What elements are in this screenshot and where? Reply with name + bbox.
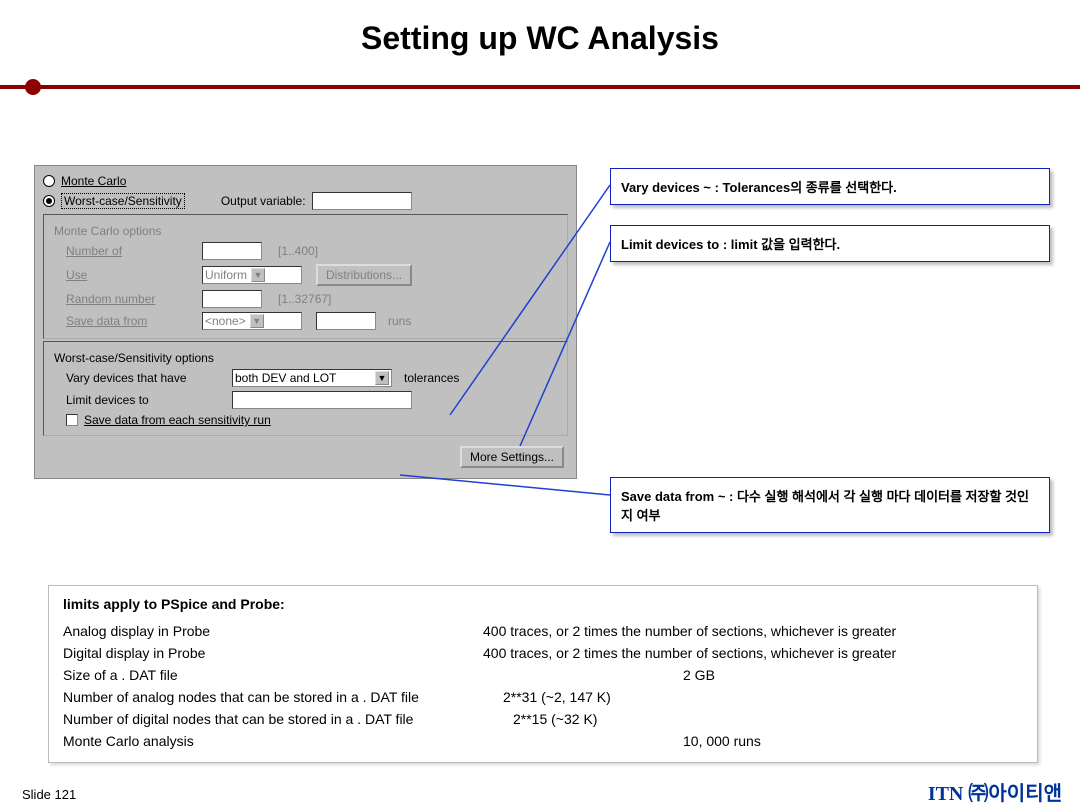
savefrom-runs-input [316, 312, 376, 330]
vary-devices-dropdown[interactable]: both DEV and LOT▼ [232, 369, 392, 387]
radio-worst-case[interactable] [43, 195, 55, 207]
random-hint: [1..32767] [278, 292, 331, 306]
numof-input [202, 242, 262, 260]
radio-monte-carlo-label: Monte Carlo [61, 174, 126, 188]
limit-row-value: 2**15 (~32 K) [513, 711, 597, 727]
numof-label: Number of [66, 244, 196, 258]
use-dropdown: Uniform▼ [202, 266, 302, 284]
limit-row-value: 2 GB [683, 667, 715, 683]
monte-carlo-options-group: Monte Carlo options Number of [1..400] U… [43, 214, 568, 339]
limits-header: limits apply to PSpice and Probe: [63, 596, 1023, 612]
limit-row-value: 10, 000 runs [683, 733, 761, 749]
limit-row-label: Analog display in Probe [63, 623, 483, 639]
radio-monte-carlo[interactable] [43, 175, 55, 187]
random-input [202, 290, 262, 308]
limit-row-value: 400 traces, or 2 times the number of sec… [483, 645, 896, 661]
use-label: Use [66, 268, 196, 282]
more-settings-button[interactable]: More Settings... [460, 446, 564, 468]
callout-vary-devices: Vary devices ~ : Tolerances의 종류를 선택한다. [610, 168, 1050, 205]
output-variable-input[interactable] [312, 192, 412, 210]
mc-group-label: Monte Carlo options [44, 224, 567, 238]
random-label: Random number [66, 292, 196, 306]
callout-limit-devices: Limit devices to : limit 값을 입력한다. [610, 225, 1050, 262]
tolerances-label: tolerances [404, 371, 459, 385]
savefrom-dropdown: <none>▼ [202, 312, 302, 330]
limit-devices-input[interactable] [232, 391, 412, 409]
slide-number: Slide 121 [22, 787, 76, 802]
runs-label: runs [388, 314, 411, 328]
title-bullet [25, 79, 41, 95]
limit-devices-label: Limit devices to [66, 393, 226, 407]
limit-row-value: 2**31 (~2, 147 K) [503, 689, 611, 705]
output-variable-label: Output variable: [221, 194, 306, 208]
distributions-button: Distributions... [316, 264, 412, 286]
chevron-down-icon: ▼ [251, 268, 265, 282]
vary-devices-label: Vary devices that have [66, 371, 226, 385]
limit-row-label: Number of analog nodes that can be store… [63, 689, 483, 705]
limits-info-panel: limits apply to PSpice and Probe: Analog… [48, 585, 1038, 763]
save-data-checkbox[interactable] [66, 414, 78, 426]
callout-save-data: Save data from ~ : 다수 실행 해석에서 각 실행 마다 데이… [610, 477, 1050, 533]
radio-worst-case-label: Worst-case/Sensitivity [61, 193, 185, 209]
savefrom-label: Save data from [66, 314, 196, 328]
limit-row-label: Size of a . DAT file [63, 667, 483, 683]
save-data-check-label: Save data from each sensitivity run [84, 413, 271, 427]
brand-logo: ITN ㈜아이티앤 [928, 777, 1062, 806]
wc-options-group: Worst-case/Sensitivity options Vary devi… [43, 341, 568, 436]
limit-row-label: Digital display in Probe [63, 645, 483, 661]
chevron-down-icon: ▼ [250, 314, 264, 328]
title-underline [0, 85, 1080, 89]
limit-row-label: Monte Carlo analysis [63, 733, 483, 749]
page-title: Setting up WC Analysis [0, 20, 1080, 57]
wc-group-label: Worst-case/Sensitivity options [44, 351, 567, 365]
limit-row-value: 400 traces, or 2 times the number of sec… [483, 623, 896, 639]
numof-hint: [1..400] [278, 244, 318, 258]
chevron-down-icon[interactable]: ▼ [375, 371, 389, 385]
analysis-dialog: Monte Carlo Worst-case/Sensitivity Outpu… [34, 165, 577, 479]
limit-row-label: Number of digital nodes that can be stor… [63, 711, 483, 727]
